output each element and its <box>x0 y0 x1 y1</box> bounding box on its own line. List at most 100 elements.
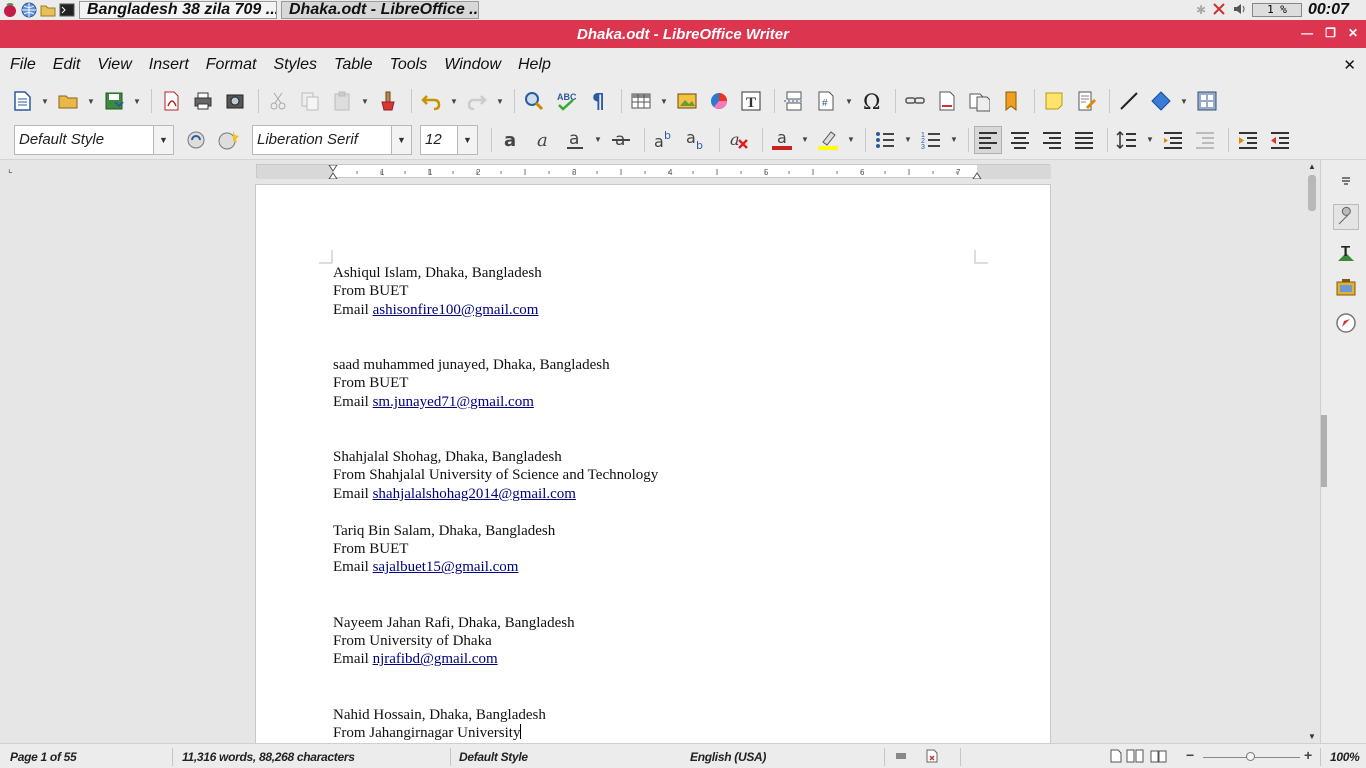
horizontal-ruler[interactable]: 1 1 2 3 4 5 6 7 <box>256 164 1051 179</box>
highlight-icon[interactable] <box>814 126 842 154</box>
sidebar-menu-icon[interactable] <box>1333 168 1359 194</box>
justify-icon[interactable] <box>1070 126 1098 154</box>
email-link[interactable]: ashisonfire100@gmail.com <box>373 302 539 318</box>
document-modified-icon[interactable] <box>925 749 939 766</box>
font-color-icon[interactable]: a <box>768 126 796 154</box>
maximize-icon[interactable]: ❐ <box>1325 26 1336 40</box>
open-folder-icon[interactable] <box>54 87 82 115</box>
font-name-dropdown-icon[interactable]: ▼ <box>392 124 412 155</box>
insert-endnote-icon[interactable] <box>965 87 993 115</box>
gallery-icon[interactable] <box>1333 274 1359 300</box>
superscript-icon[interactable]: ab <box>650 126 678 154</box>
multi-page-view-icon[interactable] <box>1126 749 1146 766</box>
language[interactable]: English (USA) <box>690 750 766 764</box>
paste-dropdown-icon[interactable]: ▼ <box>360 87 370 115</box>
basic-shapes-icon[interactable] <box>1147 87 1175 115</box>
paragraph-style-select[interactable]: Default Style <box>14 124 154 155</box>
menu-format[interactable]: Format <box>206 56 257 74</box>
bullet-list-icon[interactable] <box>871 126 899 154</box>
clock[interactable]: 00:07 <box>1308 1 1360 19</box>
bluetooth-icon[interactable]: ✱ <box>1196 3 1206 17</box>
email-link[interactable]: shahjalalshohag2014@gmail.com <box>373 486 576 502</box>
email-link[interactable]: njrafibd@gmail.com <box>373 651 498 667</box>
web-browser-icon[interactable] <box>21 2 37 18</box>
line-spacing-dropdown-icon[interactable]: ▼ <box>1145 126 1155 154</box>
cpu-monitor[interactable]: 1 % <box>1252 3 1302 17</box>
align-right-icon[interactable] <box>1038 126 1066 154</box>
page-count[interactable]: Page 1 of 55 <box>10 750 77 764</box>
tab-stop-selector-icon[interactable]: ⌞ <box>8 164 13 175</box>
numbered-list-icon[interactable]: 123 <box>917 126 945 154</box>
menu-edit[interactable]: Edit <box>53 56 81 74</box>
volume-icon[interactable] <box>1232 2 1246 19</box>
vertical-scrollbar[interactable]: ▲ ▼ <box>1306 160 1320 743</box>
subscript-icon[interactable]: ab <box>682 126 710 154</box>
paste-icon[interactable] <box>328 87 356 115</box>
insert-line-icon[interactable] <box>1115 87 1143 115</box>
underline-dropdown-icon[interactable]: ▼ <box>593 126 603 154</box>
document-canvas[interactable]: Ashiqul Islam, Dhaka, Bangladesh From BU… <box>0 180 1306 743</box>
shapes-dropdown-icon[interactable]: ▼ <box>1179 87 1189 115</box>
field-dropdown-icon[interactable]: ▼ <box>844 87 854 115</box>
insert-comment-icon[interactable] <box>1040 87 1068 115</box>
open-dropdown-icon[interactable]: ▼ <box>86 87 96 115</box>
terminal-icon[interactable] <box>59 2 75 18</box>
redo-dropdown-icon[interactable]: ▼ <box>495 87 505 115</box>
new-style-icon[interactable] <box>214 126 242 154</box>
insert-table-icon[interactable] <box>627 87 655 115</box>
update-style-icon[interactable] <box>182 126 210 154</box>
spelling-icon[interactable]: ABC <box>552 87 580 115</box>
page-style[interactable]: Default Style <box>459 750 528 764</box>
insert-page-break-icon[interactable] <box>780 87 808 115</box>
file-manager-icon[interactable] <box>40 2 56 18</box>
align-center-icon[interactable] <box>1006 126 1034 154</box>
network-disconnected-icon[interactable] <box>1212 2 1226 19</box>
track-changes-icon[interactable] <box>1072 87 1100 115</box>
document-text[interactable]: Ashiqul Islam, Dhaka, Bangladesh From BU… <box>333 264 658 742</box>
undo-icon[interactable] <box>417 87 445 115</box>
line-spacing-icon[interactable] <box>1113 126 1141 154</box>
print-icon[interactable] <box>189 87 217 115</box>
italic-icon[interactable]: a <box>529 126 557 154</box>
clone-formatting-icon[interactable] <box>374 87 402 115</box>
increase-paragraph-spacing-icon[interactable] <box>1159 126 1187 154</box>
insert-footnote-icon[interactable] <box>933 87 961 115</box>
insert-hyperlink-icon[interactable] <box>901 87 929 115</box>
font-size-select[interactable]: 12 <box>420 124 458 155</box>
menu-window[interactable]: Window <box>444 56 501 74</box>
close-document-icon[interactable]: ✕ <box>1343 56 1356 74</box>
properties-icon[interactable] <box>1333 204 1359 230</box>
decrease-indent-icon[interactable] <box>1266 126 1294 154</box>
navigator-icon[interactable] <box>1333 310 1359 336</box>
zoom-level[interactable]: 100% <box>1330 750 1360 764</box>
numbering-dropdown-icon[interactable]: ▼ <box>949 126 959 154</box>
underline-icon[interactable]: a <box>561 126 589 154</box>
styles-icon[interactable]: T <box>1333 240 1359 266</box>
highlight-dropdown-icon[interactable]: ▼ <box>846 126 856 154</box>
menu-view[interactable]: View <box>97 56 131 74</box>
find-replace-icon[interactable] <box>520 87 548 115</box>
undo-dropdown-icon[interactable]: ▼ <box>449 87 459 115</box>
document-page[interactable]: Ashiqul Islam, Dhaka, Bangladesh From BU… <box>255 184 1051 743</box>
strikethrough-icon[interactable]: a <box>607 126 635 154</box>
copy-icon[interactable] <box>296 87 324 115</box>
clear-formatting-icon[interactable]: a <box>725 126 753 154</box>
email-link[interactable]: sm.junayed71@gmail.com <box>373 394 534 410</box>
menu-insert[interactable]: Insert <box>149 56 189 74</box>
print-preview-icon[interactable] <box>221 87 249 115</box>
bullet-dropdown-icon[interactable]: ▼ <box>903 126 913 154</box>
book-view-icon[interactable] <box>1150 749 1168 766</box>
sidebar-resize-handle[interactable] <box>1321 415 1327 487</box>
menu-tools[interactable]: Tools <box>390 56 428 74</box>
insert-textbox-icon[interactable]: T <box>737 87 765 115</box>
save-dropdown-icon[interactable]: ▼ <box>132 87 142 115</box>
special-character-icon[interactable]: Ω <box>858 87 886 115</box>
minimize-icon[interactable]: — <box>1301 26 1313 40</box>
insert-image-icon[interactable] <box>673 87 701 115</box>
scrollbar-thumb[interactable] <box>1308 175 1316 211</box>
redo-icon[interactable] <box>463 87 491 115</box>
zoom-out-icon[interactable]: − <box>1186 747 1194 763</box>
align-left-icon[interactable] <box>974 125 1002 154</box>
task-button-writer[interactable]: Dhaka.odt - LibreOffice ... <box>281 1 479 19</box>
raspberry-menu-icon[interactable] <box>2 2 18 18</box>
